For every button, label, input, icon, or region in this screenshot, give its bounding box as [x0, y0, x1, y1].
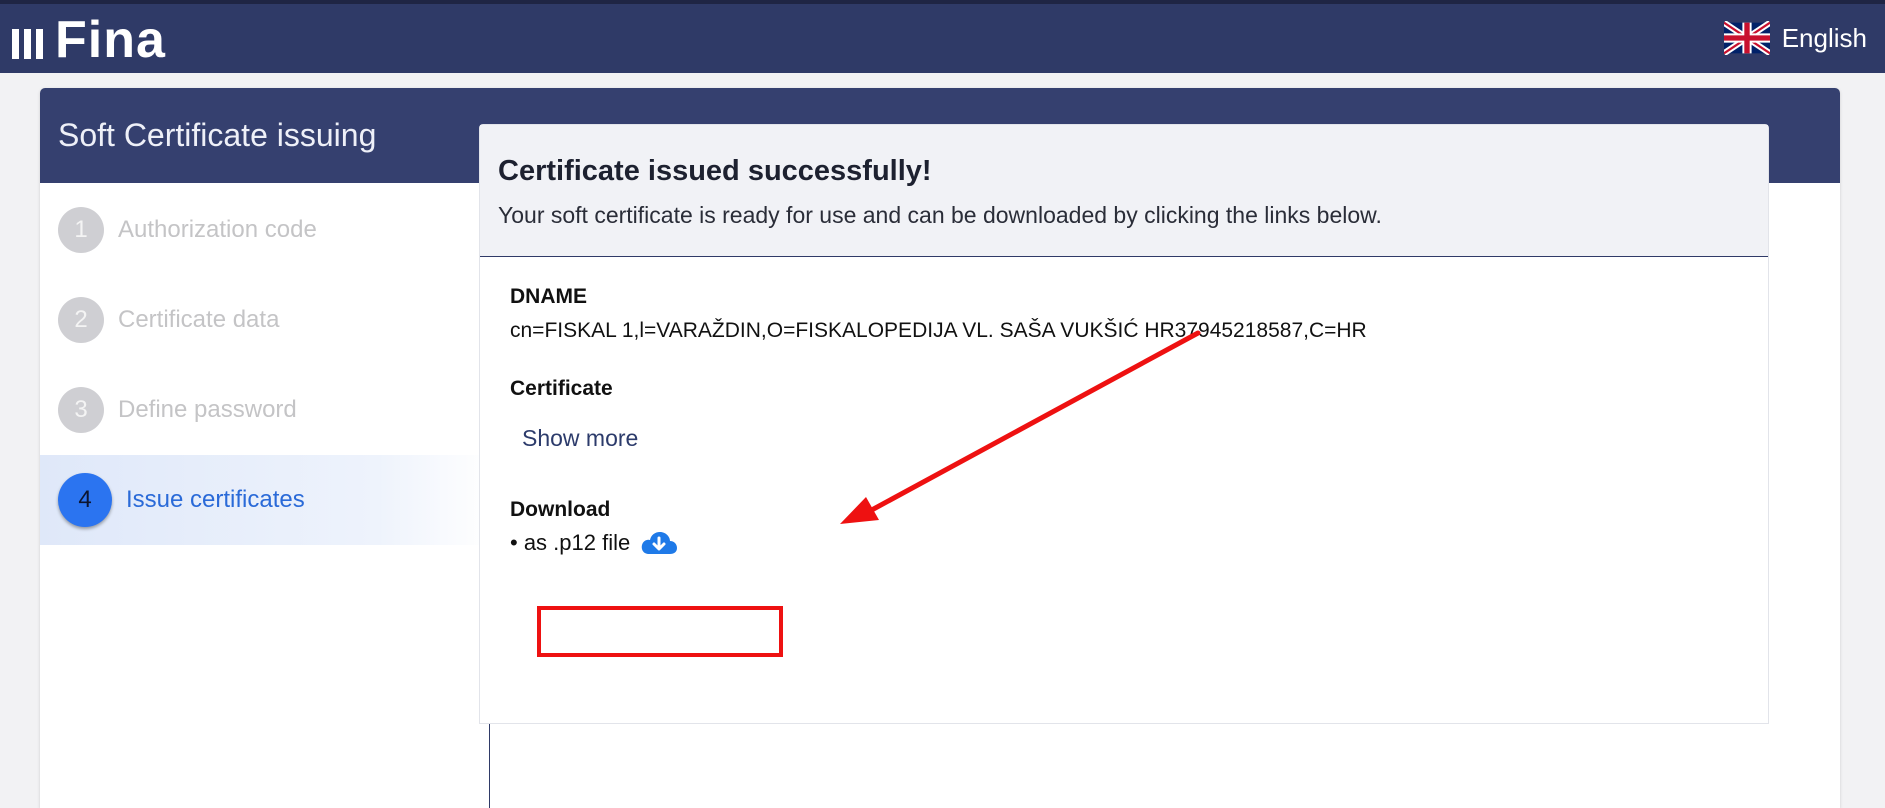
step-label: Authorization code	[118, 216, 317, 243]
cloud-download-icon[interactable]	[640, 530, 678, 556]
dname-value: cn=FISKAL 1,l=VARAŽDIN,O=FISKALOPEDIJA V…	[510, 319, 1367, 342]
download-p12-link[interactable]: • as .p12 file	[510, 530, 1738, 556]
result-header: Certificate issued successfully! Your so…	[480, 125, 1768, 257]
logo-text: Fina	[55, 11, 166, 69]
logo-bars-icon	[12, 29, 43, 59]
steps-sidebar: 1 Authorization code 2 Certificate data …	[40, 183, 490, 808]
download-label: Download	[510, 498, 611, 521]
step-authorization-code: 1 Authorization code	[40, 185, 490, 275]
show-more-button[interactable]: Show more	[522, 425, 1738, 452]
step-number: 2	[58, 297, 104, 343]
result-body: DNAME cn=FISKAL 1,l=VARAŽDIN,O=FISKALOPE…	[480, 257, 1768, 584]
step-number: 1	[58, 207, 104, 253]
download-p12-label: • as .p12 file	[510, 530, 631, 555]
language-label: English	[1781, 22, 1867, 53]
result-title: Certificate issued successfully!	[498, 155, 932, 187]
step-label: Certificate data	[118, 306, 280, 333]
step-number: 4	[58, 473, 112, 527]
result-subtitle: Your soft certificate is ready for use a…	[498, 202, 1382, 228]
annotation-highlight-box	[537, 606, 783, 657]
top-bar: Fina English	[0, 0, 1885, 73]
dname-label: DNAME	[510, 285, 587, 308]
fina-logo[interactable]: Fina	[12, 11, 166, 69]
step-issue-certificates: 4 Issue certificates	[40, 455, 490, 545]
certificate-label: Certificate	[510, 377, 613, 400]
step-number: 3	[58, 387, 104, 433]
language-selector[interactable]: English	[1723, 20, 1867, 56]
uk-flag-icon	[1723, 21, 1770, 55]
step-label: Define password	[118, 396, 297, 423]
step-label: Issue certificates	[126, 486, 305, 513]
step-certificate-data: 2 Certificate data	[40, 275, 490, 365]
step-define-password: 3 Define password	[40, 365, 490, 455]
